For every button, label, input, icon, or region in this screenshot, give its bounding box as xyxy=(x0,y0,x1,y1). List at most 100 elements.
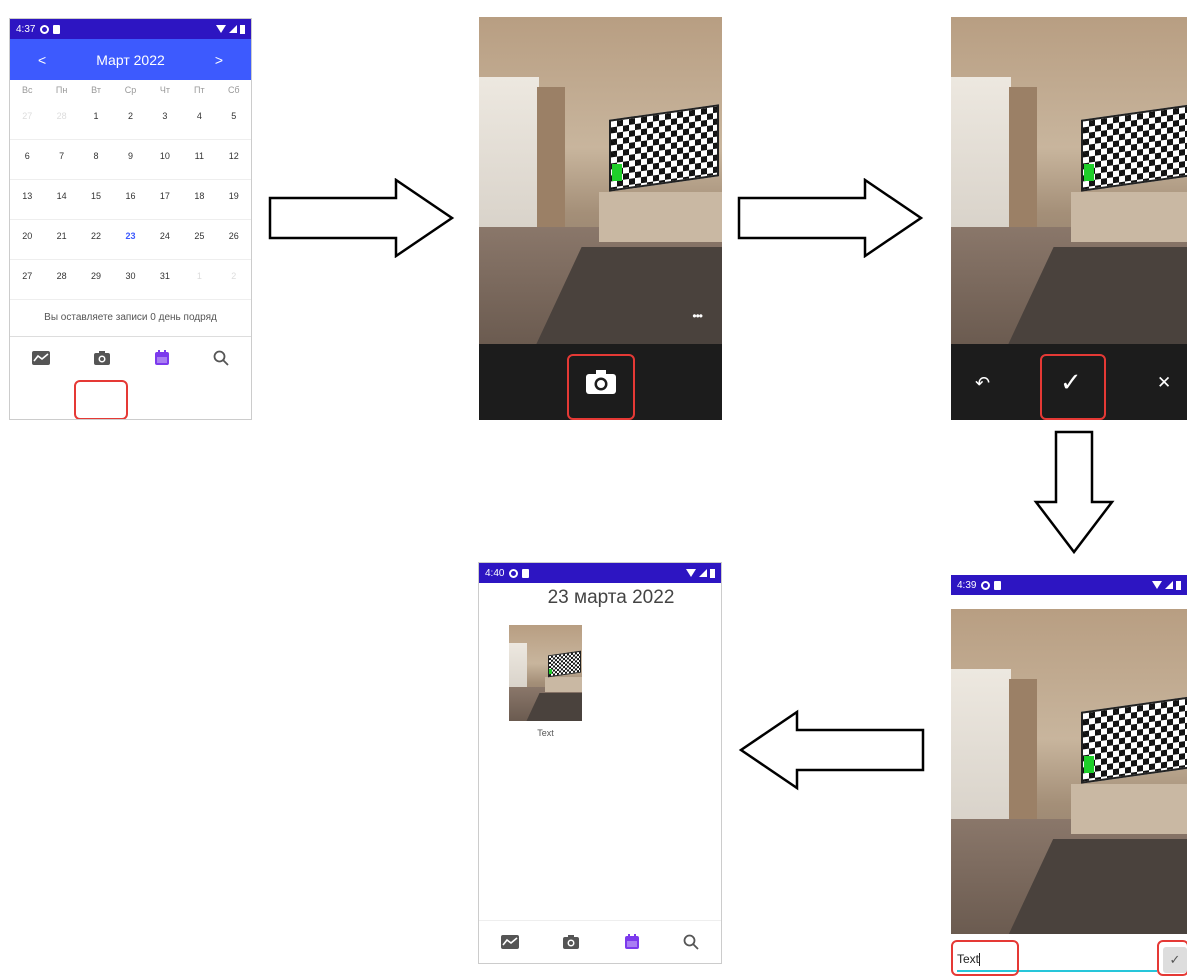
entry-caption: Text xyxy=(537,728,554,738)
status-time: 4:40 xyxy=(485,567,505,579)
day-cell[interactable]: 11 xyxy=(182,140,217,180)
day-cell[interactable]: 16 xyxy=(113,180,148,220)
day-cell[interactable]: 10 xyxy=(147,140,183,180)
day-cell[interactable]: 9 xyxy=(113,140,148,180)
status-bar: 4:39 xyxy=(951,575,1187,595)
calendar-icon[interactable] xyxy=(153,349,171,367)
day-cell[interactable]: 6 xyxy=(10,140,45,180)
day-cell[interactable]: 14 xyxy=(44,180,79,220)
photo-preview xyxy=(951,17,1187,344)
weekday-label: Вс xyxy=(21,85,33,95)
day-cell[interactable]: 21 xyxy=(44,220,79,260)
day-cell[interactable]: 8 xyxy=(78,140,114,180)
chart-icon[interactable] xyxy=(500,934,520,950)
prev-month-button[interactable]: < xyxy=(38,52,46,68)
chart-icon[interactable] xyxy=(31,350,51,366)
signal-icon xyxy=(699,569,707,577)
search-icon[interactable] xyxy=(212,349,230,367)
retake-button[interactable]: ↶ xyxy=(975,373,990,394)
day-cell[interactable]: 27 xyxy=(10,100,45,140)
signal-icon xyxy=(1165,581,1173,589)
search-icon[interactable] xyxy=(682,933,700,951)
signal-icon xyxy=(229,25,237,33)
flow-arrow-right xyxy=(268,178,455,258)
sd-card-icon xyxy=(522,568,530,578)
sd-card-icon xyxy=(53,24,61,34)
day-cell[interactable]: 29 xyxy=(78,260,114,300)
camera-icon[interactable] xyxy=(92,350,112,366)
caption-input-highlight xyxy=(951,940,1019,976)
camera-highlight xyxy=(74,380,128,419)
battery-icon xyxy=(710,568,715,578)
day-cell[interactable]: 15 xyxy=(78,180,114,220)
weekday-label: Пн xyxy=(55,85,68,95)
sd-card-icon xyxy=(994,580,1002,590)
photo-entry[interactable]: Text xyxy=(509,625,582,738)
month-title: Март 2022 xyxy=(96,51,165,68)
day-cell[interactable]: 20 xyxy=(10,220,45,260)
streak-text: Вы оставляете записи 0 день подряд xyxy=(10,300,251,337)
day-cell[interactable]: 13 xyxy=(10,180,45,220)
day-cell-today[interactable]: 23 xyxy=(113,220,148,260)
flow-arrow-left xyxy=(738,709,925,791)
day-cell[interactable]: 25 xyxy=(182,220,217,260)
calendar-icon[interactable] xyxy=(623,933,641,951)
flow-arrow-down xyxy=(1033,430,1115,555)
bottom-nav xyxy=(10,337,251,379)
weekday-label: Пт xyxy=(194,85,205,95)
battery-icon xyxy=(240,24,245,34)
review-screen: ↶ ✓ ✕ xyxy=(951,17,1187,420)
day-cell[interactable]: 27 xyxy=(10,260,45,300)
status-time: 4:39 xyxy=(957,579,977,591)
day-cell[interactable]: 5 xyxy=(216,100,251,140)
wifi-icon xyxy=(1152,581,1162,589)
submit-highlight xyxy=(1157,940,1187,976)
calendar-screen: 4:37 < Март 2022 > Вс Пн Вт Ср Чт Пт Сб … xyxy=(9,18,252,420)
flow-arrow-right xyxy=(737,178,924,258)
sync-icon xyxy=(40,24,50,34)
calendar-grid: Вс Пн Вт Ср Чт Пт Сб 27 28 1 2 3 4 5 6 7… xyxy=(10,80,251,300)
battery-icon xyxy=(1176,580,1181,590)
status-bar: 4:37 xyxy=(10,19,251,39)
shutter-highlight xyxy=(567,354,635,420)
cancel-button[interactable]: ✕ xyxy=(1157,373,1171,393)
entry-thumbnail xyxy=(509,625,582,721)
status-time: 4:37 xyxy=(16,23,36,35)
day-cell[interactable]: 31 xyxy=(147,260,183,300)
day-cell[interactable]: 28 xyxy=(44,100,79,140)
day-cell[interactable]: 2 xyxy=(216,260,251,300)
sync-icon xyxy=(981,580,991,590)
day-cell[interactable]: 4 xyxy=(182,100,217,140)
weekday-label: Чт xyxy=(159,85,170,95)
next-month-button[interactable]: > xyxy=(215,52,223,68)
day-cell[interactable]: 26 xyxy=(216,220,251,260)
day-cell[interactable]: 2 xyxy=(113,100,148,140)
weekday-label: Ср xyxy=(124,85,137,95)
caption-screen: 4:39 Text ✓ xyxy=(951,575,1187,976)
day-cell[interactable]: 1 xyxy=(182,260,217,300)
confirm-highlight xyxy=(1040,354,1106,420)
captured-photo xyxy=(951,609,1187,934)
day-cell[interactable]: 12 xyxy=(216,140,251,180)
camera-screen: ••• xyxy=(479,17,722,420)
day-cell[interactable]: 22 xyxy=(78,220,114,260)
day-cell[interactable]: 19 xyxy=(216,180,251,220)
month-header: < Март 2022 > xyxy=(10,39,251,80)
sync-icon xyxy=(509,568,519,578)
status-bar: 4:40 xyxy=(479,563,721,583)
bottom-nav xyxy=(479,920,721,963)
day-cell[interactable]: 17 xyxy=(147,180,183,220)
day-cell[interactable]: 28 xyxy=(44,260,79,300)
more-options-icon[interactable]: ••• xyxy=(692,309,703,323)
day-cell[interactable]: 30 xyxy=(113,260,148,300)
day-cell[interactable]: 3 xyxy=(147,100,183,140)
camera-icon[interactable] xyxy=(561,934,581,950)
day-view-screen: 4:40 23 марта 2022 Text xyxy=(478,562,722,964)
day-cell[interactable]: 1 xyxy=(78,100,114,140)
day-title: 23 марта 2022 xyxy=(547,587,675,608)
weekday-label: Сб xyxy=(227,85,240,95)
day-cell[interactable]: 18 xyxy=(182,180,217,220)
day-cell[interactable]: 24 xyxy=(147,220,183,260)
camera-preview: ••• xyxy=(479,17,722,344)
day-cell[interactable]: 7 xyxy=(44,140,79,180)
